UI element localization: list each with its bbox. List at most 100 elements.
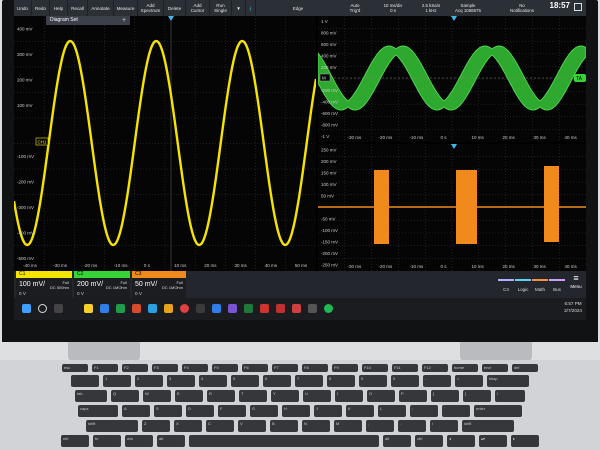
powerpoint-icon[interactable] <box>132 304 141 313</box>
keyboard-key[interactable]: 6 <box>263 375 291 387</box>
keyboard-key[interactable]: F5 <box>212 364 238 372</box>
spotify-icon[interactable] <box>324 304 333 313</box>
keyboard-key[interactable]: alt <box>383 435 411 447</box>
keyboard-key[interactable]: ctrl <box>415 435 443 447</box>
trigger-position-icon[interactable] <box>451 16 457 21</box>
recall-button[interactable]: Recall <box>68 0 88 16</box>
keyboard-key[interactable]: T <box>239 390 267 402</box>
keyboard-key[interactable]: 1 <box>103 375 131 387</box>
keyboard-key[interactable]: F4 <box>182 364 208 372</box>
keyboard-key[interactable]: C <box>206 420 234 432</box>
keyboard-key[interactable] <box>189 435 379 447</box>
annotate-button[interactable]: Annotate <box>88 0 114 16</box>
outlook-icon[interactable] <box>212 304 221 313</box>
keyboard-key[interactable]: del <box>512 364 538 372</box>
app-icon[interactable] <box>308 304 317 313</box>
keyboard-key[interactable]: Y <box>271 390 299 402</box>
keyboard-key[interactable]: Z <box>142 420 170 432</box>
keyboard-key[interactable]: caps <box>78 405 118 417</box>
excel-icon[interactable] <box>116 304 125 313</box>
menu-button[interactable]: ≡ Menu <box>566 272 586 296</box>
keyboard-key[interactable]: M <box>334 420 362 432</box>
keyboard-key[interactable]: I <box>335 390 363 402</box>
ch2-badge[interactable]: C2 200 mV/ Full DC 1MOhm 0 V <box>74 271 130 298</box>
edge-icon[interactable] <box>148 304 157 313</box>
keyboard-key[interactable]: H <box>282 405 310 417</box>
keyboard-key[interactable]: R <box>207 390 235 402</box>
ch3-badge[interactable]: C3 50 mV/ Full DC 1MOhm 0 V <box>132 271 186 298</box>
keyboard-key[interactable]: shift <box>86 420 138 432</box>
keyboard-key[interactable]: ▸ <box>511 435 539 447</box>
keyboard-key[interactable]: 5 <box>231 375 259 387</box>
keyboard-key[interactable]: ` <box>71 375 99 387</box>
horizontal-scale[interactable]: 10 ms/div 0 s <box>376 0 410 16</box>
ch1-waveform-panel[interactable]: 400 mV 300 mV 200 mV 100 mV -100 mV -200 mV -3… <box>14 16 318 271</box>
keyboard-key[interactable]: A <box>122 405 150 417</box>
keyboard-key[interactable]: \ <box>495 390 525 402</box>
app-icon[interactable] <box>244 304 253 313</box>
keyboard-key[interactable]: ' <box>442 405 470 417</box>
keyboard-key[interactable]: 7 <box>295 375 323 387</box>
sample-rate[interactable]: 2.5 kSa/s 1 kHz <box>416 0 446 16</box>
add-diagram-button[interactable]: + <box>118 16 130 25</box>
keyboard-key[interactable]: F1 <box>92 364 118 372</box>
keyboard-key[interactable]: G <box>250 405 278 417</box>
chrome-icon[interactable] <box>180 304 189 313</box>
app-icon[interactable] <box>292 304 301 313</box>
keyboard-key[interactable]: = <box>455 375 483 387</box>
keyboard-key[interactable]: / <box>430 420 458 432</box>
keyboard-key[interactable]: 3 <box>167 375 195 387</box>
keyboard-key[interactable]: F7 <box>272 364 298 372</box>
keyboard-key[interactable]: O <box>367 390 395 402</box>
keyboard-key[interactable]: F6 <box>242 364 268 372</box>
keyboard-key[interactable]: , <box>366 420 394 432</box>
keyboard-key[interactable]: enter <box>474 405 522 417</box>
add-c4-button[interactable]: C4 <box>498 279 514 297</box>
keyboard-key[interactable]: F2 <box>122 364 148 372</box>
start-icon[interactable] <box>22 304 31 313</box>
keyboard-key[interactable]: 8 <box>327 375 355 387</box>
file-explorer-icon[interactable] <box>164 304 173 313</box>
keyboard-key[interactable]: F9 <box>332 364 358 372</box>
keyboard-key[interactable]: esc <box>62 364 88 372</box>
keyboard-key[interactable]: 9 <box>359 375 387 387</box>
trigger-mode[interactable]: Auto Trig'd <box>342 0 368 16</box>
run-single-button[interactable]: Run Single <box>210 0 232 16</box>
keyboard-key[interactable]: 4 <box>199 375 227 387</box>
trigger-type[interactable]: Edge <box>286 0 310 16</box>
keyboard-key[interactable]: [ <box>431 390 459 402</box>
keyboard-key[interactable]: . <box>398 420 426 432</box>
keyboard-key[interactable]: F8 <box>302 364 328 372</box>
search-icon[interactable] <box>38 304 47 313</box>
add-logic-button[interactable]: Logic <box>515 279 531 297</box>
keyboard-key[interactable]: ▴▾ <box>479 435 507 447</box>
keyboard-key[interactable]: F11 <box>392 364 418 372</box>
keyboard-key[interactable]: V <box>238 420 266 432</box>
keyboard-key[interactable]: W <box>143 390 171 402</box>
keyboard-key[interactable]: alt <box>157 435 185 447</box>
task-view-icon[interactable] <box>54 304 63 313</box>
keyboard-key[interactable]: ] <box>463 390 491 402</box>
notifications[interactable]: No Notifications <box>502 0 542 16</box>
lock-icon[interactable] <box>196 304 205 313</box>
ch2-waveform-panel[interactable]: 1 V 800 mV 600 mV 400 mV 200 mV -200 mV -400 m… <box>317 16 586 142</box>
trigger-position-icon[interactable] <box>168 16 174 21</box>
keyboard-key[interactable]: U <box>303 390 331 402</box>
keyboard-key[interactable]: 0 <box>391 375 419 387</box>
undo-button[interactable]: Undo <box>14 0 32 16</box>
keyboard-key[interactable]: ; <box>410 405 438 417</box>
keyboard-key[interactable]: home <box>452 364 478 372</box>
keyboard-key[interactable]: K <box>346 405 374 417</box>
keyboard-key[interactable]: P <box>399 390 427 402</box>
keyboard-key[interactable]: L <box>378 405 406 417</box>
keyboard-key[interactable]: N <box>302 420 330 432</box>
keyboard-key[interactable]: ctrl <box>61 435 89 447</box>
ch3-waveform-panel[interactable]: 250 mV 200 mV 150 mV 100 mV 50 mV -50 mV -100 … <box>318 144 586 271</box>
keyboard-key[interactable]: 2 <box>135 375 163 387</box>
keyboard-key[interactable]: F3 <box>152 364 178 372</box>
delete-button[interactable]: Delete <box>164 0 186 16</box>
teams-icon[interactable] <box>228 304 237 313</box>
add-cursor-button[interactable]: Add Cursor <box>186 0 210 16</box>
keyboard-key[interactable]: - <box>423 375 451 387</box>
word-icon[interactable] <box>100 304 109 313</box>
